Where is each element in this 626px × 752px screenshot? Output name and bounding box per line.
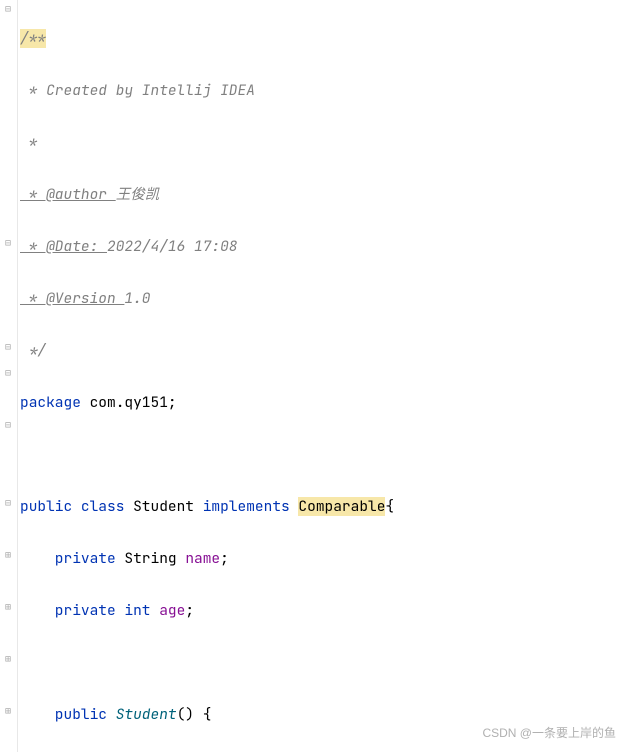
comment-line: * Created by Intellij IDEA xyxy=(20,81,255,100)
comment-start: /** xyxy=(20,29,46,48)
class-keywords: public class xyxy=(20,497,133,516)
editor-container: ⊟ ⊟ ⊟ ⊟ ⊟ ⊟ ⊞ ⊞ ⊞ ⊞ /** * Created by Int… xyxy=(0,0,626,752)
params: () { xyxy=(177,705,212,724)
semicolon: ; xyxy=(185,601,194,620)
constructor-name: Student xyxy=(116,705,177,724)
version-value: 1.0 xyxy=(124,289,150,308)
implements-keyword: implements xyxy=(203,497,299,516)
fold-marker[interactable]: ⊟ xyxy=(3,420,13,430)
doctag-date: * @Date: xyxy=(20,237,107,256)
comment-end: */ xyxy=(20,341,46,360)
fold-marker[interactable]: ⊟ xyxy=(3,238,13,248)
package-keyword: package xyxy=(20,393,90,412)
doctag-author: * @author xyxy=(20,185,116,204)
class-name: Student xyxy=(133,497,203,516)
date-value: 2022/4/16 17:08 xyxy=(107,237,238,256)
fold-marker[interactable]: ⊞ xyxy=(3,706,13,716)
private-keyword: private xyxy=(20,549,124,568)
fold-marker[interactable]: ⊞ xyxy=(3,550,13,560)
fold-marker[interactable]: ⊞ xyxy=(3,654,13,664)
semicolon: ; xyxy=(220,549,229,568)
field-name: name xyxy=(185,549,220,568)
watermark: CSDN @一条要上岸的鱼 xyxy=(482,720,616,746)
fold-marker[interactable]: ⊟ xyxy=(3,368,13,378)
fold-marker[interactable]: ⊟ xyxy=(3,342,13,352)
doctag-version: * @Version xyxy=(20,289,124,308)
fold-marker[interactable]: ⊟ xyxy=(3,498,13,508)
comparable-interface: Comparable xyxy=(298,497,385,516)
fold-marker[interactable]: ⊞ xyxy=(3,602,13,612)
type-string: String xyxy=(124,549,185,568)
field-age: age xyxy=(159,601,185,620)
brace: { xyxy=(385,497,394,516)
package-name: com.qy151; xyxy=(90,393,177,412)
author-value: 王俊凯 xyxy=(116,185,160,204)
fold-marker[interactable]: ⊟ xyxy=(3,4,13,14)
comment-line: * xyxy=(20,133,37,152)
public-keyword: public xyxy=(20,705,116,724)
code-area[interactable]: /** * Created by Intellij IDEA * * @auth… xyxy=(18,0,626,752)
private-int-keyword: private int xyxy=(20,601,159,620)
gutter: ⊟ ⊟ ⊟ ⊟ ⊟ ⊟ ⊞ ⊞ ⊞ ⊞ xyxy=(0,0,18,752)
